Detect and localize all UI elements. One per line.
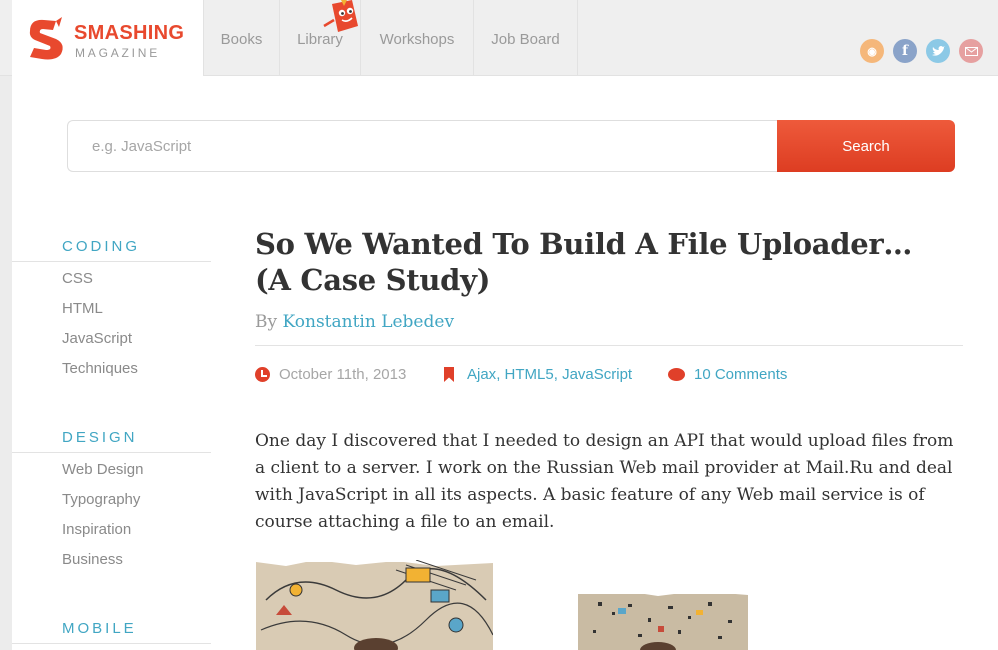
category-heading-coding[interactable]: CODING — [62, 238, 140, 255]
tag-link[interactable]: Ajax — [467, 366, 496, 383]
clock-icon — [255, 367, 270, 382]
page-left-edge — [0, 0, 12, 650]
mascot-cat-icon — [323, 0, 358, 32]
article-byline: By Konstantin Lebedev — [255, 312, 454, 332]
category-heading-mobile[interactable]: MOBILE — [62, 620, 137, 637]
rss-icon[interactable]: ◉ — [860, 39, 884, 63]
tag-link[interactable]: HTML5 — [505, 366, 554, 383]
divider — [255, 345, 963, 346]
mail-icon[interactable] — [959, 39, 983, 63]
search-button[interactable]: Search — [777, 120, 955, 172]
comments-link[interactable]: 10 Comments — [694, 366, 787, 383]
divider — [12, 643, 211, 644]
nav-job-board[interactable]: Job Board — [474, 0, 578, 76]
sidebar-link-typography[interactable]: Typography — [62, 491, 140, 508]
divider — [12, 261, 211, 262]
date-text: October 11th, 2013 — [279, 366, 407, 383]
sidebar-link-html[interactable]: HTML — [62, 300, 103, 317]
nav-workshops[interactable]: Workshops — [361, 0, 474, 76]
smashing-s-icon — [29, 17, 63, 60]
article-illustration — [578, 590, 748, 650]
article-illustration — [256, 560, 493, 650]
site-header: SMASHING MAGAZINE Books Library Workshop… — [0, 0, 998, 76]
nav-books[interactable]: Books — [204, 0, 280, 76]
byline-prefix: By — [255, 312, 278, 332]
tag-link[interactable]: JavaScript — [562, 366, 632, 383]
divider — [12, 452, 211, 453]
main-nav: Books Library Workshops Job Board — [204, 0, 578, 76]
article-comments: 10 Comments — [668, 366, 787, 383]
twitter-icon[interactable] — [926, 39, 950, 63]
sidebar-link-javascript[interactable]: JavaScript — [62, 330, 132, 347]
facebook-icon[interactable]: f — [893, 39, 917, 63]
sidebar-link-css[interactable]: CSS — [62, 270, 93, 287]
bookmark-icon — [444, 367, 454, 382]
search-bar: Search — [67, 120, 955, 172]
comment-icon — [668, 368, 685, 381]
article-title[interactable]: So We Wanted To Build A File Uploader… (… — [255, 226, 955, 298]
category-heading-design[interactable]: DESIGN — [62, 429, 138, 446]
author-link[interactable]: Konstantin Lebedev — [283, 312, 455, 332]
logo-wordmark-bottom: MAGAZINE — [75, 46, 161, 60]
site-logo[interactable]: SMASHING MAGAZINE — [12, 0, 204, 76]
article-date: October 11th, 2013 — [255, 366, 406, 383]
search-input[interactable] — [67, 120, 779, 172]
sidebar-link-web-design[interactable]: Web Design — [62, 461, 143, 478]
sidebar-link-business[interactable]: Business — [62, 551, 123, 568]
article-tags: Ajax, HTML5, JavaScript — [444, 366, 632, 383]
sidebar-link-inspiration[interactable]: Inspiration — [62, 521, 131, 538]
sidebar-link-techniques[interactable]: Techniques — [62, 360, 138, 377]
article-intro: One day I discovered that I needed to de… — [255, 431, 954, 532]
logo-wordmark-top: SMASHING — [74, 22, 185, 44]
